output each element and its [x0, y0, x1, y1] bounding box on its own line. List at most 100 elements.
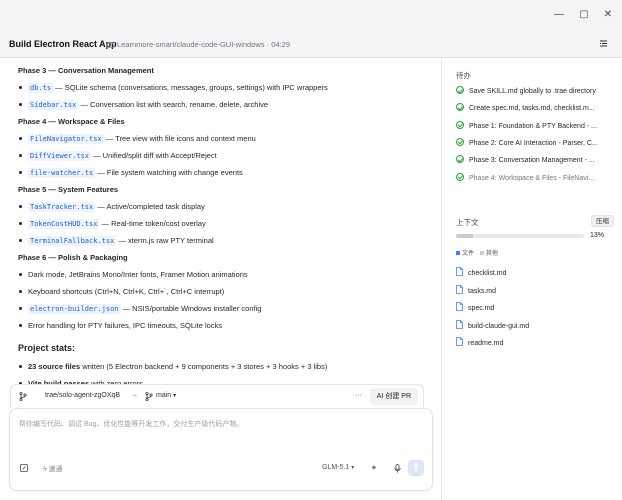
ai-create-pr-button[interactable]: AI 创建 PR [369, 388, 418, 405]
lightning-icon: ϟ [43, 466, 47, 473]
context-file-item[interactable]: tasks.md [456, 284, 496, 300]
todo-item[interactable]: Phase 1: Foundation & PTY Backend - ... [456, 118, 618, 135]
file-name: build-claude-gui.md [468, 322, 530, 330]
legend-label: 其他 [486, 251, 499, 257]
minimize-button[interactable]: — [552, 9, 566, 21]
branch-bar: trae/solo-agent-zgOXqB → main ▾ ··· AI 创… [10, 384, 424, 408]
git-branch-icon [19, 392, 27, 401]
compress-button[interactable]: 压缩 [591, 215, 614, 227]
assistant-message: Phase 3 — Conversation Management db.ts —… [18, 62, 433, 392]
list-item: FileNavigator.tsx — Tree view with file … [18, 130, 433, 147]
send-button[interactable] [408, 460, 424, 476]
context-percent: 13% [589, 232, 604, 239]
bullet-icon [19, 86, 22, 89]
file-code-link[interactable]: Sidebar.tsx [28, 100, 79, 110]
arrow-up-icon [412, 463, 420, 472]
list-item-text: — xterm.js raw PTY terminal [116, 236, 214, 245]
branch-name[interactable]: trae/solo-agent-zgOXqB [45, 392, 120, 399]
todo-title: 待办 [456, 71, 471, 80]
list-item: Dark mode, JetBrains Mono/Inter fonts, F… [18, 266, 433, 283]
todo-item-label: Save SKILL.md globally to .trae director… [469, 88, 596, 95]
list-item-text: Keyboard shortcuts (Ctrl+N, Ctrl+K, Ctrl… [28, 287, 225, 296]
list-item: file-watcher.ts — File system watching w… [18, 164, 433, 181]
model-label: GLM-5.1 [322, 464, 350, 471]
section-heading: Phase 5 — System Features [18, 185, 119, 194]
list-item-text: — Active/completed task display [95, 202, 205, 211]
bullet-icon [19, 171, 22, 174]
stats-heading: Project stats: [18, 343, 76, 353]
todo-item-label: Phase 3: Conversation Management - ... [469, 157, 595, 165]
check-circle-icon [456, 103, 464, 112]
file-name: readme.md [468, 340, 504, 347]
list-item: Keyboard shortcuts (Ctrl+N, Ctrl+K, Ctrl… [18, 283, 433, 300]
list-item-text: — SQLite schema (conversations, messages… [53, 83, 328, 92]
file-name: tasks.md [468, 287, 497, 295]
list-item: Sidebar.tsx — Conversation list with sea… [18, 96, 433, 113]
context-legend: 文件 其他 [456, 248, 504, 257]
file-code-link[interactable]: TerminalFallback.tsx [28, 236, 117, 246]
todo-item-label: Phase 4: Workspace & Files - FileNavi... [469, 174, 595, 182]
stats-item: 23 source files written (5 Electron back… [18, 358, 433, 375]
section-heading: Phase 6 — Polish & Packaging [18, 253, 128, 262]
speed-mode-toggle[interactable]: ϟ 速通 [43, 464, 63, 474]
todo-item[interactable]: Phase 4: Workspace & Files - FileNavi... [456, 170, 618, 187]
list-item-text: Error handling for PTY failures, IPC tim… [28, 321, 223, 330]
todo-item-label: Create spec.md, tasks.md, checklist.m... [469, 105, 595, 113]
attach-icon[interactable] [20, 464, 28, 472]
conversation-header: Build Electron React App Learnmore-smart… [0, 30, 622, 58]
context-progress-bar [456, 234, 584, 238]
close-button[interactable]: ✕ [601, 9, 615, 21]
file-code-link[interactable]: TaskTracker.tsx [28, 202, 96, 212]
file-icon [456, 337, 463, 346]
microphone-icon[interactable] [394, 464, 401, 473]
legend-item: 文件 [456, 251, 474, 257]
base-branch-select[interactable]: main ▾ [156, 392, 176, 399]
prompt-input[interactable]: 帮你编写代码、调试 Bug、优化性能等开发工作，交付生产级代码产物。 [19, 419, 243, 429]
maximize-button[interactable]: ▢ [577, 9, 591, 21]
breadcrumb-text: Learnmore-smart/claude-code-GUI-windows … [117, 40, 290, 49]
list-item: TokenCostHUD.tsx — Real-time token/cost … [18, 215, 433, 232]
file-code-link[interactable]: file-watcher.ts [28, 168, 96, 178]
todo-item[interactable]: Phase 2: Core AI Interaction - Parser, C… [456, 135, 618, 152]
section-heading: Phase 4 — Workspace & Files [18, 117, 125, 126]
list-item-text: — Real-time token/cost overlay [99, 219, 206, 228]
list-item-text: — NSIS/portable Windows installer config [120, 304, 262, 313]
sparkle-icon[interactable]: ✷ [371, 464, 377, 472]
bullet-icon [19, 365, 22, 368]
todo-item-label: Phase 2: Core AI Interaction - Parser, C… [469, 139, 598, 147]
bullet-icon [19, 103, 22, 106]
file-code-link[interactable]: DiffViewer.tsx [28, 151, 92, 161]
todo-item[interactable]: Create spec.md, tasks.md, checklist.m... [456, 100, 618, 117]
git-branch-icon [145, 392, 153, 401]
todo-item-label: Phase 1: Foundation & PTY Backend - ... [469, 122, 597, 130]
list-item-text: — Unified/split diff with Accept/Reject [91, 151, 217, 160]
repo-breadcrumb[interactable]: Learnmore-smart/claude-code-GUI-windows … [105, 40, 290, 49]
file-code-link[interactable]: db.ts [28, 83, 54, 93]
more-options-button[interactable]: ··· [355, 392, 362, 399]
panel-toggle-icon[interactable] [599, 39, 608, 48]
chevron-down-icon: ▾ [173, 393, 177, 399]
file-code-link[interactable]: FileNavigator.tsx [28, 134, 104, 144]
list-item: DiffViewer.tsx — Unified/split diff with… [18, 147, 433, 164]
base-branch-label: main [156, 392, 172, 399]
model-select[interactable]: GLM-5.1 ▾ [322, 464, 354, 471]
context-file-item[interactable]: readme.md [456, 336, 503, 352]
context-file-item[interactable]: checklist.md [456, 266, 507, 282]
composer: 帮你编写代码、调试 Bug、优化性能等开发工作，交付生产级代码产物。 ϟ 速通 … [9, 408, 433, 491]
context-file-item[interactable]: spec.md [456, 301, 494, 317]
bullet-icon [19, 205, 22, 208]
todo-item[interactable]: Phase 3: Conversation Management - ... [456, 152, 618, 169]
bullet-icon [19, 239, 22, 242]
todo-item[interactable]: Save SKILL.md globally to .trae director… [456, 83, 618, 100]
list-item: electron-builder.json — NSIS/portable Wi… [18, 300, 433, 317]
chevron-down-icon: ▾ [351, 465, 355, 471]
title-bar: — ▢ ✕ [0, 0, 622, 30]
merge-arrow: → [131, 392, 138, 399]
stats-item-text: written (5 Electron backend + 9 componen… [80, 362, 328, 371]
file-code-link[interactable]: TokenCostHUD.tsx [28, 219, 100, 229]
file-name: checklist.md [468, 270, 507, 277]
file-icon [456, 319, 463, 329]
file-code-link[interactable]: electron-builder.json [28, 304, 121, 314]
context-file-item[interactable]: build-claude-gui.md [456, 319, 529, 335]
list-item: Error handling for PTY failures, IPC tim… [18, 317, 433, 334]
